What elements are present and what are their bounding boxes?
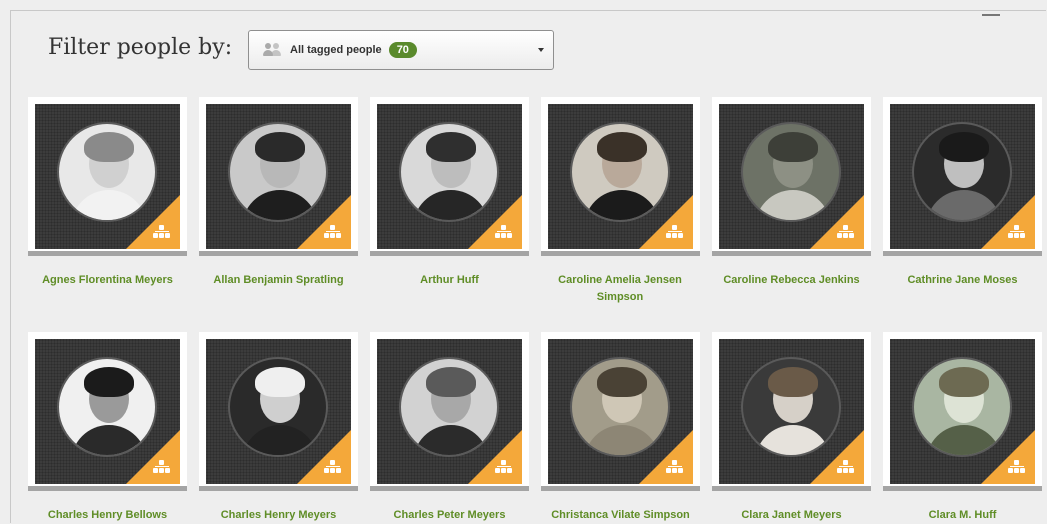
filter-label: Filter people by: [48,35,233,60]
family-tree-icon[interactable] [666,225,684,239]
tree-badge-corner [639,430,693,484]
person-name-link[interactable]: Allan Benjamin Spratling [191,272,366,289]
person-name-link[interactable]: Cathrine Jane Moses [875,272,1047,289]
person-card[interactable] [28,332,187,491]
person-name-link[interactable]: Charles Henry Bellows [20,507,195,524]
card-bottom-bar [712,251,871,256]
person-name-link[interactable]: Christanca Vilate Simpson [533,507,708,524]
menu-handle-icon[interactable] [982,14,1000,16]
family-tree-icon[interactable] [153,225,171,239]
card-bottom-bar [370,251,529,256]
people-icon [263,43,283,57]
card-bottom-bar [28,251,187,256]
person-card[interactable] [883,332,1042,491]
tree-badge-corner [468,430,522,484]
person-card[interactable] [712,332,871,491]
person-name-link[interactable]: Agnes Florentina Meyers [20,272,195,289]
card-panel [548,339,693,484]
tree-badge-corner [468,195,522,249]
card-panel [548,104,693,249]
card-bottom-bar [541,486,700,491]
person-name-link[interactable]: Caroline Amelia Jensen Simpson [545,272,695,306]
card-panel [206,104,351,249]
person-card[interactable] [28,97,187,256]
person-name-link[interactable]: Caroline Rebecca Jenkins [704,272,879,289]
card-panel [890,339,1035,484]
card-bottom-bar [541,251,700,256]
tree-badge-corner [297,195,351,249]
person-card[interactable] [883,97,1042,256]
card-panel [890,104,1035,249]
person-card[interactable] [541,332,700,491]
tree-badge-corner [639,195,693,249]
card-panel [35,104,180,249]
person-card[interactable] [199,97,358,256]
person-card[interactable] [712,97,871,256]
card-panel [719,104,864,249]
family-tree-icon[interactable] [666,460,684,474]
card-panel [206,339,351,484]
person-name-link[interactable]: Arthur Huff [362,272,537,289]
family-tree-icon[interactable] [837,460,855,474]
tree-badge-corner [126,195,180,249]
filter-selected-option: All tagged people [290,44,382,56]
card-panel [719,339,864,484]
card-bottom-bar [883,486,1042,491]
family-tree-icon[interactable] [495,460,513,474]
person-name-link[interactable]: Charles Henry Meyers [191,507,366,524]
person-card[interactable] [199,332,358,491]
family-tree-icon[interactable] [495,225,513,239]
card-bottom-bar [199,251,358,256]
family-tree-icon[interactable] [1008,460,1026,474]
person-card[interactable] [370,332,529,491]
person-card[interactable] [541,97,700,256]
person-card[interactable] [370,97,529,256]
family-tree-icon[interactable] [1008,225,1026,239]
card-panel [377,104,522,249]
family-tree-icon[interactable] [153,460,171,474]
card-panel [35,339,180,484]
card-panel [377,339,522,484]
card-bottom-bar [370,486,529,491]
filter-people-dropdown[interactable]: All tagged people 70 [248,30,554,70]
person-name-link[interactable]: Charles Peter Meyers [362,507,537,524]
tree-badge-corner [810,430,864,484]
people-count-badge: 70 [388,42,417,58]
family-tree-icon[interactable] [324,225,342,239]
card-bottom-bar [199,486,358,491]
tree-badge-corner [810,195,864,249]
card-bottom-bar [28,486,187,491]
card-bottom-bar [883,251,1042,256]
chevron-down-icon [538,48,544,52]
tree-badge-corner [126,430,180,484]
family-tree-icon[interactable] [837,225,855,239]
tree-badge-corner [297,430,351,484]
tree-badge-corner [981,195,1035,249]
person-name-link[interactable]: Clara M. Huff [875,507,1047,524]
family-tree-icon[interactable] [324,460,342,474]
tree-badge-corner [981,430,1035,484]
card-bottom-bar [712,486,871,491]
person-name-link[interactable]: Clara Janet Meyers [704,507,879,524]
